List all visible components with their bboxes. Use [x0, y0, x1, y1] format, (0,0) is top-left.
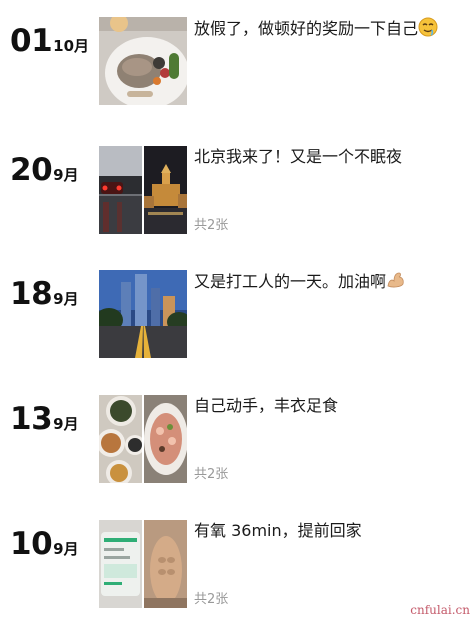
body-mirror-photo[interactable]	[144, 520, 187, 608]
phone-app-photo[interactable]	[99, 520, 142, 608]
post-caption: 自己动手，丰衣足食	[194, 395, 459, 417]
post-item[interactable]: 109月 有氧 36min，提前回家 共2张	[0, 520, 476, 610]
post-caption: 又是打工人的一天。加油啊	[194, 270, 459, 293]
post-day: 13	[10, 401, 53, 437]
post-date: 109月	[10, 526, 79, 562]
photo-thumbnails[interactable]	[99, 146, 187, 234]
post-month: 9月	[53, 540, 79, 558]
post-day: 20	[10, 152, 53, 188]
post-month: 9月	[53, 166, 79, 184]
photo-thumbnails[interactable]	[99, 395, 187, 483]
post-caption-text: 有氧 36min，提前回家	[194, 521, 362, 540]
city-skyline-photo[interactable]	[99, 270, 187, 358]
photo-thumbnails[interactable]	[99, 270, 187, 358]
night-station-photo[interactable]	[144, 146, 187, 234]
post-day: 01	[10, 23, 53, 59]
post-date: 209月	[10, 152, 79, 188]
watermark: cnfulai.cn	[410, 603, 470, 617]
food-plate-photo[interactable]	[99, 17, 187, 105]
post-item[interactable]: 189月 又是打工人的一天。加油啊	[0, 270, 476, 360]
post-day: 18	[10, 276, 53, 312]
rainy-street-photo[interactable]	[99, 146, 142, 234]
post-caption: 放假了，做顿好的奖励一下自己	[194, 17, 459, 40]
post-month: 10月	[53, 37, 90, 55]
post-date: 189月	[10, 276, 79, 312]
post-month: 9月	[53, 415, 79, 433]
moments-feed: 0110月 放假了，做顿好的奖励一下自己 209月 北京我来了！又是一个不眠夜 …	[0, 0, 476, 623]
photo-count: 共2张	[194, 592, 229, 607]
seafood-plate-photo[interactable]	[144, 395, 187, 483]
post-caption-text: 自己动手，丰衣足食	[194, 396, 339, 415]
post-date: 0110月	[10, 23, 89, 59]
photo-thumbnails[interactable]	[99, 520, 187, 608]
post-caption-text: 放假了，做顿好的奖励一下自己	[194, 19, 419, 38]
flexed-biceps-icon	[386, 270, 406, 290]
post-caption-text: 北京我来了！又是一个不眠夜	[194, 147, 403, 166]
post-item[interactable]: 0110月 放假了，做顿好的奖励一下自己	[0, 17, 476, 107]
photo-count: 共2张	[194, 467, 229, 482]
photo-count: 共2张	[194, 218, 229, 233]
post-item[interactable]: 209月 北京我来了！又是一个不眠夜 共2张	[0, 146, 476, 236]
dishes-photo[interactable]	[99, 395, 142, 483]
post-date: 139月	[10, 401, 79, 437]
post-caption: 有氧 36min，提前回家	[194, 520, 459, 542]
post-caption: 北京我来了！又是一个不眠夜	[194, 146, 459, 168]
drooling-face-icon	[418, 17, 438, 37]
post-item[interactable]: 139月 自己动手，丰衣足食 共2张	[0, 395, 476, 485]
photo-thumbnails[interactable]	[99, 17, 187, 105]
post-month: 9月	[53, 290, 79, 308]
post-day: 10	[10, 526, 53, 562]
post-caption-text: 又是打工人的一天。加油啊	[194, 272, 387, 291]
